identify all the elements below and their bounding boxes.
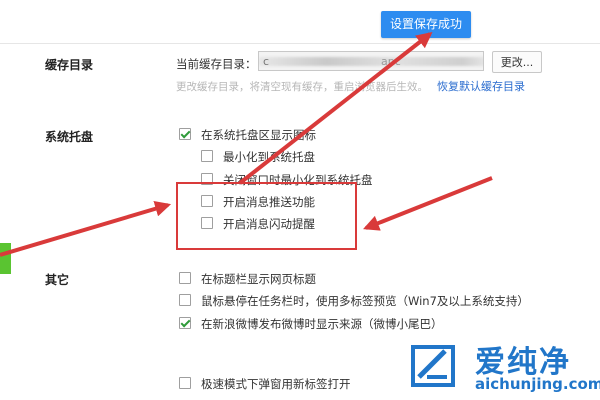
watermark-url-text: aichunjing.com <box>475 375 600 393</box>
blurred-path <box>259 57 483 66</box>
checkbox-empty-icon[interactable] <box>179 294 191 306</box>
arrow-from-left <box>0 200 172 257</box>
checkbox-empty-icon[interactable] <box>201 150 213 162</box>
checkbox-empty-icon[interactable] <box>179 272 191 284</box>
aichunjing-watermark: 爱纯净 aichunjing.com <box>399 335 600 397</box>
option-popup-new-tab: 极速模式下弹窗用新标签打开 <box>201 377 351 391</box>
header-divider <box>0 43 600 44</box>
option-taskbar-preview: 鼠标悬停在任务栏时，使用多标签预览（Win7及以上系统支持） <box>201 294 529 308</box>
green-side-marker <box>0 243 11 274</box>
cache-section-label: 缓存目录 <box>45 58 94 72</box>
option-minimize-to-tray: 最小化到系统托盘 <box>223 150 315 164</box>
cache-hint: 更改缓存目录，将清空现有缓存，重启浏览器后生效。 <box>176 81 428 93</box>
aichunjing-logo-icon <box>411 345 455 387</box>
other-section-label: 其它 <box>45 273 70 287</box>
change-cache-button[interactable]: 更改... <box>492 51 542 73</box>
path-visible-fragment: apc <box>381 55 401 68</box>
option-weibo-source: 在新浪微博发布微博时显示来源（微博小尾巴） <box>201 317 443 331</box>
checkbox-empty-icon[interactable] <box>179 377 191 389</box>
option-show-tray-icon: 在系统托盘区显示图标 <box>201 128 316 142</box>
tray-section-label: 系统托盘 <box>45 130 94 144</box>
save-success-toast: 设置保存成功 <box>381 11 471 38</box>
current-cache-label: 当前缓存目录： <box>176 57 257 71</box>
option-title-bar-page-title: 在标题栏显示网页标题 <box>201 272 316 286</box>
annotation-highlight-box <box>176 182 357 250</box>
path-prefix: c <box>263 55 270 68</box>
checkbox-checked-icon[interactable] <box>179 317 191 329</box>
restore-default-cache-link[interactable]: 恢复默认缓存目录 <box>437 78 525 94</box>
cache-path-field[interactable]: c apc <box>258 51 484 71</box>
arrow-from-right <box>363 176 493 231</box>
checkbox-checked-icon[interactable] <box>179 128 191 140</box>
